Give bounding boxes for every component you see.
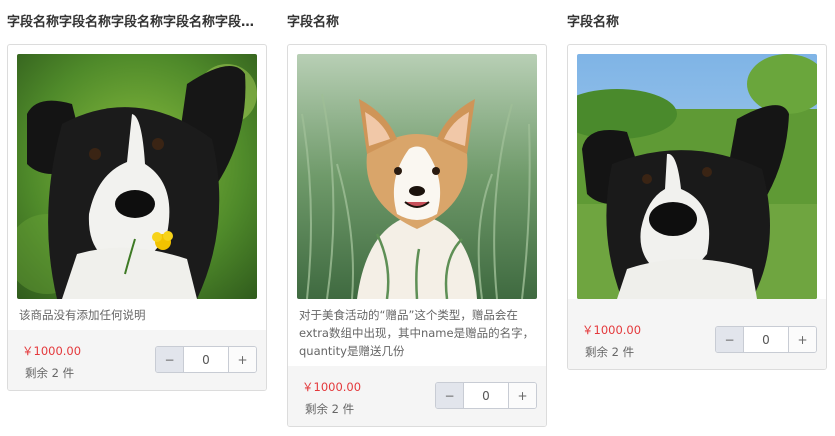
product-stock: 剩余 2 件 [305, 402, 355, 416]
product-footer: ￥1000.00 剩余 2 件 − + [8, 330, 266, 390]
product-stock: 剩余 2 件 [25, 366, 75, 380]
product-stock: 剩余 2 件 [585, 345, 635, 359]
dog-with-flower-photo [17, 54, 257, 299]
product-title: 字段名称字段名称字段名称字段名称字段名称 [7, 15, 257, 30]
quantity-stepper: − + [435, 382, 537, 409]
decrement-button[interactable]: − [156, 347, 184, 372]
product-title: 字段名称 [567, 15, 620, 30]
decrement-button[interactable]: − [436, 383, 464, 408]
increment-button[interactable]: + [228, 347, 256, 372]
quantity-input[interactable] [184, 347, 228, 372]
product-price: ￥1000.00 [302, 380, 362, 394]
quantity-input[interactable] [744, 327, 788, 352]
product-card: ￥1000.00 剩余 2 件 − + [567, 44, 827, 370]
product-price: ￥1000.00 [582, 323, 642, 337]
quantity-stepper: − + [155, 346, 257, 373]
increment-button[interactable]: + [788, 327, 816, 352]
product-description: 该商品没有添加任何说明 [19, 308, 146, 322]
quantity-input[interactable] [464, 383, 508, 408]
increment-button[interactable]: + [508, 383, 536, 408]
product-footer: ￥1000.00 剩余 2 件 − + [568, 299, 826, 369]
decrement-button[interactable]: − [716, 327, 744, 352]
quantity-stepper: − + [715, 326, 817, 353]
product-price: ￥1000.00 [22, 344, 82, 358]
product-description: 对于美食活动的“赠品”这个类型，赠品会在extra数组中出现，其中name是赠品… [299, 308, 535, 358]
product-card: 该商品没有添加任何说明 ￥1000.00 剩余 2 件 − + [7, 44, 267, 391]
dog-closeup-photo [577, 54, 817, 299]
product-title: 字段名称 [287, 15, 340, 30]
corgi-in-grass-photo [297, 54, 537, 299]
product-footer: ￥1000.00 剩余 2 件 − + [288, 366, 546, 426]
product-card: 对于美食活动的“赠品”这个类型，赠品会在extra数组中出现，其中name是赠品… [287, 44, 547, 427]
